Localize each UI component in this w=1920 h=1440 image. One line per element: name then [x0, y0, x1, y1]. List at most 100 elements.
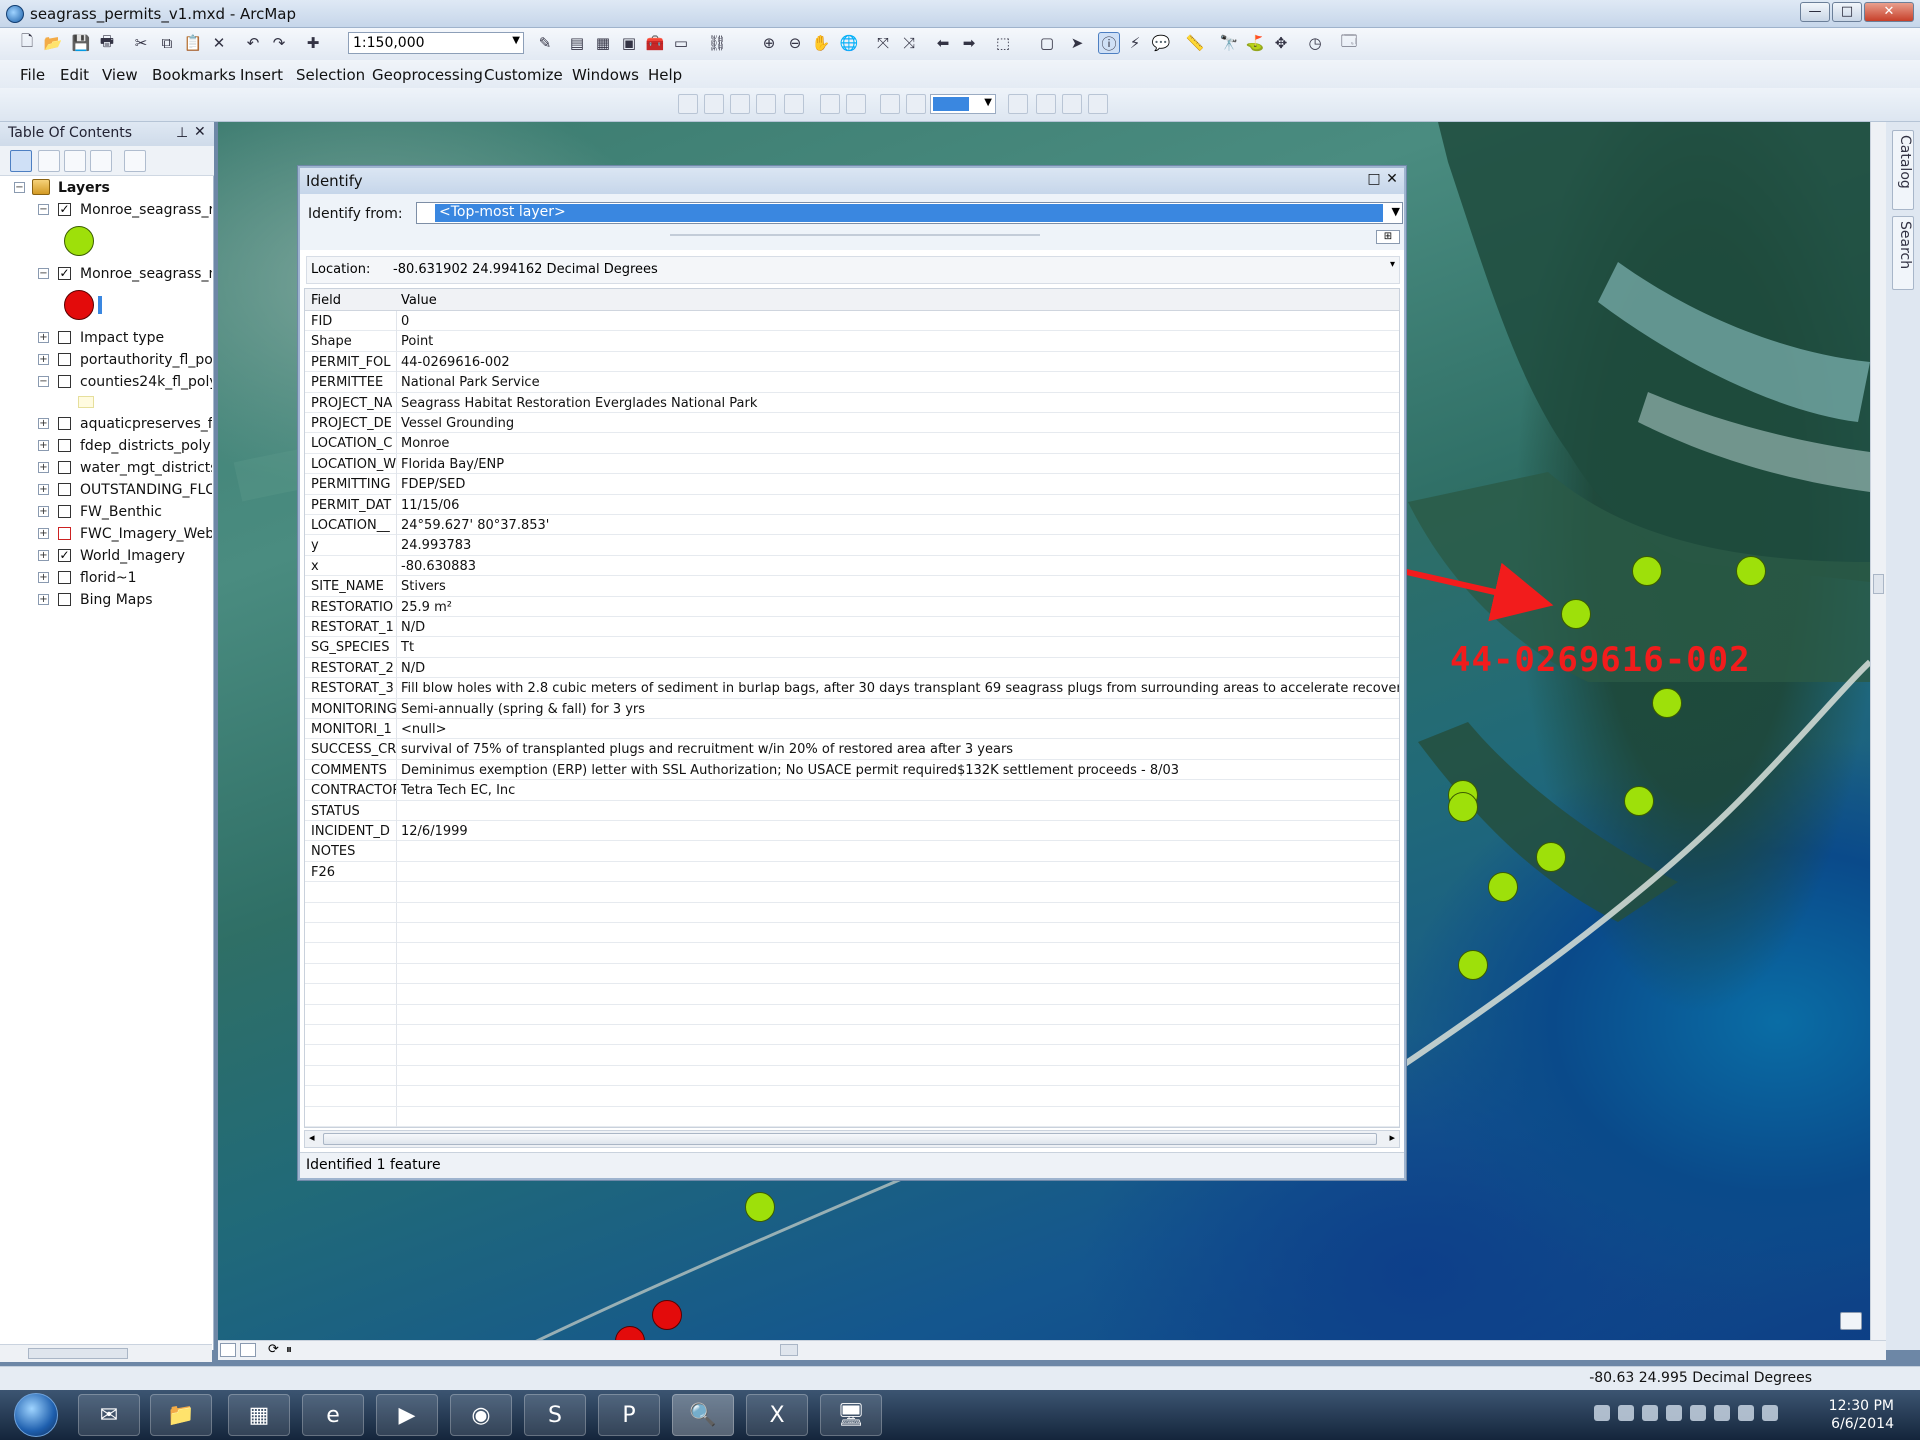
menu-edit[interactable]: Edit	[60, 66, 89, 84]
layout-zoom-out-icon[interactable]	[704, 94, 724, 114]
toc-layer-world-imagery[interactable]: + ✓ World_Imagery	[0, 546, 212, 566]
expand-icon[interactable]: +	[38, 332, 49, 343]
clear-selection-icon[interactable]: ▢	[1036, 32, 1058, 54]
table-row[interactable]: RESTORAT_1 N/D	[305, 617, 1399, 638]
table-row[interactable]: INCIDENT_D 12/6/1999	[305, 821, 1399, 842]
go-forward-extent-icon[interactable]	[906, 94, 926, 114]
search-window-icon[interactable]: ▣	[618, 32, 640, 54]
fixed-zoom-in-icon[interactable]: ⤧	[872, 32, 894, 54]
table-row[interactable]: y 24.993783	[305, 535, 1399, 556]
map-horizontal-scrollbar[interactable]: ⟳ ⏸	[218, 1340, 1886, 1360]
tray-power-icon[interactable]	[1762, 1405, 1778, 1421]
expand-icon[interactable]: +	[38, 594, 49, 605]
table-row[interactable]: MONITORI_1 <null>	[305, 719, 1399, 740]
seagrass-monitoring-point[interactable]	[652, 1300, 682, 1330]
toc-layer-bing-maps[interactable]: + Bing Maps	[0, 590, 212, 610]
table-row[interactable]: PERMIT_DAT 11/15/06	[305, 494, 1399, 515]
scroll-thumb[interactable]	[1873, 574, 1884, 594]
polygon-symbol[interactable]	[78, 396, 94, 408]
menu-windows[interactable]: Windows	[572, 66, 639, 84]
focus-data-frame-icon[interactable]	[1036, 94, 1056, 114]
pan-hand-icon[interactable]: ✋	[810, 32, 832, 54]
find-binoculars-icon[interactable]: 🔭	[1218, 32, 1240, 54]
expand-icon[interactable]: +	[38, 440, 49, 451]
table-row[interactable]: RESTORAT_3 Fill blow holes with 2.8 cubic…	[305, 678, 1399, 699]
list-by-selection-icon[interactable]	[90, 150, 112, 172]
delete-icon[interactable]: ✕	[208, 32, 230, 54]
expand-all-icon[interactable]: ⊞	[1376, 230, 1400, 244]
undo-icon[interactable]: ↶	[242, 32, 264, 54]
layer-visibility-checkbox[interactable]	[58, 571, 71, 584]
catalog-tab[interactable]: Catalog	[1892, 130, 1914, 210]
table-row[interactable]: CONTRACTOR Tetra Tech EC, Inc	[305, 780, 1399, 801]
table-row[interactable]: SITE_NAME Stivers	[305, 576, 1399, 597]
table-row[interactable]: SUCCESS_CR survival of 75% of transplante…	[305, 739, 1399, 760]
menu-view[interactable]: View	[102, 66, 138, 84]
expand-icon[interactable]: +	[38, 484, 49, 495]
maximize-icon[interactable]: □	[1366, 172, 1382, 188]
zoom-in-icon[interactable]: ⊕	[758, 32, 780, 54]
expand-icon[interactable]: +	[38, 550, 49, 561]
table-row[interactable]: NOTES	[305, 841, 1399, 862]
seagrass-restoration-point[interactable]	[1458, 950, 1488, 980]
zoom-out-icon[interactable]: ⊖	[784, 32, 806, 54]
table-row[interactable]: LOCATION__ 24°59.627' 80°37.853'	[305, 515, 1399, 536]
python-window-icon[interactable]: ▭	[670, 32, 692, 54]
save-icon[interactable]: 💾	[70, 32, 92, 54]
data-driven-pages-icon[interactable]	[1088, 94, 1108, 114]
fixed-zoom-out-icon[interactable]: ⤨	[898, 32, 920, 54]
copy-icon[interactable]: ⧉	[156, 32, 178, 54]
scroll-thumb[interactable]	[780, 1344, 798, 1356]
maximize-button[interactable]: □	[1832, 2, 1862, 22]
collapse-icon[interactable]: −	[14, 182, 25, 193]
seagrass-restoration-point[interactable]	[1632, 556, 1662, 586]
calculator-icon[interactable]: ▦	[228, 1394, 290, 1436]
list-by-visibility-icon[interactable]	[64, 150, 86, 172]
expand-icon[interactable]: +	[38, 506, 49, 517]
model-builder-icon[interactable]: ⛓	[706, 32, 728, 54]
find-route-icon[interactable]: ⛳	[1244, 32, 1266, 54]
menu-selection[interactable]: Selection	[296, 66, 365, 84]
collapse-icon[interactable]: −	[38, 376, 49, 387]
redo-icon[interactable]: ↷	[268, 32, 290, 54]
add-data-icon[interactable]: ✚	[302, 32, 324, 54]
map-scale-dropdown[interactable]: 1:150,000 ▼	[348, 32, 524, 54]
table-row[interactable]: Shape Point	[305, 331, 1399, 352]
collapse-icon[interactable]: −	[38, 204, 49, 215]
close-icon[interactable]: ✕	[1384, 172, 1400, 188]
toc-layer-impact-type[interactable]: + Impact type	[0, 328, 212, 348]
expand-icon[interactable]: +	[38, 572, 49, 583]
new-document-icon[interactable]: 🗋	[16, 32, 38, 54]
paste-icon[interactable]: 📋	[182, 32, 204, 54]
seagrass-restoration-point[interactable]	[1561, 599, 1591, 629]
layer-visibility-checkbox[interactable]: ✓	[58, 203, 71, 216]
menu-geoprocessing[interactable]: Geoprocessing	[372, 66, 483, 84]
expand-icon[interactable]: +	[38, 354, 49, 365]
tray-shield-icon[interactable]	[1666, 1405, 1682, 1421]
outlook-icon[interactable]: ✉	[78, 1394, 140, 1436]
layer-visibility-checkbox[interactable]	[58, 593, 71, 606]
red-point-symbol[interactable]	[64, 290, 94, 320]
back-arrow-icon[interactable]: ⬅	[932, 32, 954, 54]
seagrass-restoration-point[interactable]	[1624, 786, 1654, 816]
identify-icon[interactable]: ⓘ	[1098, 32, 1120, 54]
table-row[interactable]: RESTORAT_2 N/D	[305, 657, 1399, 679]
menu-customize[interactable]: Customize	[484, 66, 563, 84]
seagrass-restoration-point[interactable]	[1448, 792, 1478, 822]
layer-visibility-checkbox[interactable]	[58, 353, 71, 366]
skype-icon[interactable]: S	[524, 1394, 586, 1436]
catalog-window-icon[interactable]: ▦	[592, 32, 614, 54]
change-layout-icon[interactable]	[1062, 94, 1082, 114]
table-row[interactable]: FID 0	[305, 311, 1399, 332]
zoom-whole-page-icon[interactable]	[756, 94, 776, 114]
table-row[interactable]: STATUS	[305, 800, 1399, 821]
splitter-handle[interactable]	[670, 234, 1040, 236]
table-row[interactable]: LOCATION_W Florida Bay/ENP	[305, 453, 1399, 475]
expand-icon[interactable]: +	[38, 418, 49, 429]
forward-arrow-icon[interactable]: ➡	[958, 32, 980, 54]
list-by-drawing-order-icon[interactable]	[10, 150, 32, 172]
layout-pan-icon[interactable]	[730, 94, 750, 114]
toc-horizontal-scrollbar[interactable]	[0, 1344, 212, 1362]
toc-layer-counties24k[interactable]: − counties24k_fl_poly	[0, 372, 212, 392]
layer-visibility-checkbox[interactable]	[58, 417, 71, 430]
